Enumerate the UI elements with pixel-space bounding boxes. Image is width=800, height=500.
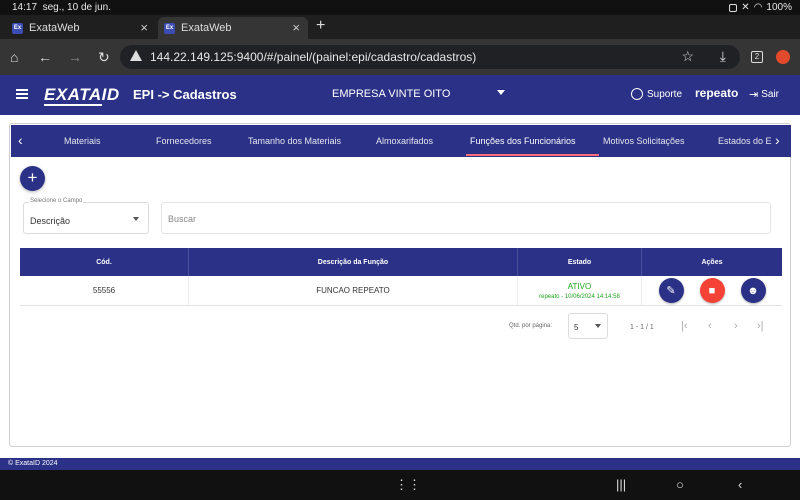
logout-button[interactable]: ⇥ Sair <box>749 88 779 101</box>
delete-button[interactable]: ■ <box>699 278 725 303</box>
add-button[interactable]: + <box>20 166 45 191</box>
employees-button[interactable]: ☻ <box>740 278 766 303</box>
support-link[interactable]: Suporte <box>631 88 682 100</box>
browser-menu-icon[interactable] <box>776 50 790 64</box>
page-title: EPI -> Cadastros <box>133 87 237 102</box>
browser-tab-title: ExataWeb <box>181 22 232 34</box>
table-header: Cód. Descrição da Função Estado Ações <box>20 248 782 276</box>
battery-level: 100% <box>766 2 792 13</box>
system-status-bar: 14:17 seg., 10 de jun. ✕ ◠ 100% <box>0 0 800 15</box>
wifi-icon: ◠ <box>753 2 763 13</box>
trash-icon: ■ <box>708 284 716 297</box>
user-name: repeato <box>695 86 739 100</box>
status-detail: repeato - 10/06/2024 14:14:58 <box>539 293 620 300</box>
table-row[interactable]: 55556 FUNCAO REPEATO ATIVO repeato - 10/… <box>20 276 782 306</box>
address-url[interactable]: 144.22.149.125:9400/#/painel/(painel:epi… <box>150 50 476 64</box>
field-select[interactable]: Selecione o Campo Descrição <box>23 198 149 234</box>
exataweb-favicon-icon: Ex <box>164 22 175 34</box>
page-size-value: 5 <box>574 323 579 332</box>
tab-estados[interactable]: Estados do E <box>718 136 772 146</box>
field-select-label: Selecione o Campo <box>29 198 84 204</box>
browser-tab-strip: Ex ExataWeb × Ex ExataWeb × <box>0 15 800 39</box>
main-card: ‹ Materiais Fornecedores Tamanho dos Mat… <box>9 123 791 447</box>
tab-funcoes-funcionarios[interactable]: Funções dos Funcionários <box>470 136 576 146</box>
next-page-icon[interactable]: › <box>734 320 738 332</box>
previous-page-icon[interactable]: ‹ <box>708 320 712 332</box>
cell-status: ATIVO repeato - 10/06/2024 14:14:58 <box>518 276 642 305</box>
status-time: 14:17 <box>12 2 38 13</box>
search-field[interactable] <box>161 202 771 234</box>
reload-icon[interactable]: ↻ <box>98 48 110 66</box>
not-secure-warning-icon[interactable] <box>130 50 142 61</box>
back-icon[interactable]: ← <box>38 48 52 66</box>
chevron-down-icon <box>595 324 601 328</box>
company-selector[interactable]: EMPRESA VINTE OITO <box>332 88 450 100</box>
page-range: 1 - 1 / 1 <box>630 324 654 331</box>
app-header: EXATAID EPI -> Cadastros EMPRESA VINTE O… <box>0 75 800 115</box>
column-header-status[interactable]: Estado <box>518 248 642 276</box>
browser-tab-title: ExataWeb <box>29 22 80 34</box>
first-page-icon[interactable]: |‹ <box>681 320 688 332</box>
tab-almoxarifados[interactable]: Almoxarifados <box>376 136 433 146</box>
page-size-select[interactable]: 5 <box>568 313 608 339</box>
exataweb-favicon-icon: Ex <box>12 22 23 34</box>
functions-table: Cód. Descrição da Função Estado Ações 55… <box>20 248 782 306</box>
status-icons: ✕ ◠ 100% <box>729 2 792 13</box>
tab-materiais[interactable]: Materiais <box>64 136 101 146</box>
page-size-label: Qtd. por página: <box>509 323 553 329</box>
recent-apps-icon[interactable]: ||| <box>616 477 626 492</box>
close-icon[interactable]: × <box>292 20 300 35</box>
home-button-icon[interactable]: ○ <box>676 477 684 492</box>
cell-actions: ✎ ■ ☻ <box>642 276 782 305</box>
logout-label: Sair <box>761 89 780 100</box>
tab-switcher-button[interactable]: 2 <box>751 51 763 63</box>
browser-tab-1[interactable]: Ex ExataWeb × <box>6 17 156 39</box>
cell-code: 55556 <box>20 276 189 305</box>
chevron-down-icon[interactable] <box>497 90 505 95</box>
page-footer: © ExataID 2024 <box>0 458 800 470</box>
home-icon[interactable]: ⌂ <box>10 48 18 66</box>
hamburger-menu-icon[interactable] <box>16 89 28 99</box>
pencil-icon: ✎ <box>666 285 676 297</box>
new-tab-icon[interactable]: + <box>316 17 325 35</box>
support-label: Suporte <box>647 88 683 100</box>
group-icon: ☻ <box>747 284 759 297</box>
column-header-description[interactable]: Descrição da Função <box>189 248 518 276</box>
status-badge: ATIVO <box>567 281 592 291</box>
column-header-code[interactable]: Cód. <box>20 248 189 276</box>
column-header-actions: Ações <box>701 258 723 266</box>
back-button-icon[interactable]: ‹ <box>738 477 742 492</box>
cell-description: FUNCAO REPEATO <box>189 276 518 305</box>
lock-icon <box>729 3 738 12</box>
active-tab-indicator <box>466 154 599 156</box>
app-drawer-icon[interactable]: ⋮⋮ <box>395 477 421 493</box>
close-icon[interactable]: × <box>140 20 148 35</box>
address-bar[interactable]: 144.22.149.125:9400/#/painel/(painel:epi… <box>120 45 740 69</box>
edit-button[interactable]: ✎ <box>658 278 684 303</box>
tab-tamanho-materiais[interactable]: Tamanho dos Materiais <box>248 136 341 146</box>
search-input[interactable] <box>168 211 758 227</box>
download-icon[interactable]: ⤓ <box>720 48 726 65</box>
exataid-logo[interactable]: EXATAID <box>44 85 120 106</box>
plus-icon: + <box>27 168 38 187</box>
subtab-bar: ‹ Materiais Fornecedores Tamanho dos Mat… <box>11 125 791 157</box>
forward-icon[interactable]: → <box>68 48 82 66</box>
bookmark-star-icon[interactable]: ☆ <box>681 48 694 65</box>
status-date: seg., 10 de jun. <box>42 2 111 13</box>
system-navigation-bar: ⋮⋮ ||| ○ ‹ <box>0 470 800 500</box>
mute-icon: ✕ <box>741 2 750 13</box>
whatsapp-icon <box>631 88 643 100</box>
chevron-left-icon[interactable]: ‹ <box>18 132 23 148</box>
tab-fornecedores[interactable]: Fornecedores <box>156 136 212 146</box>
browser-tab-2[interactable]: Ex ExataWeb × <box>158 17 308 39</box>
last-page-icon[interactable]: ›| <box>757 320 764 332</box>
tab-motivos-solicitacoes[interactable]: Motivos Solicitações <box>603 136 685 146</box>
status-datetime: 14:17 seg., 10 de jun. <box>12 2 111 13</box>
chevron-right-icon[interactable]: › <box>775 132 780 148</box>
logout-icon: ⇥ <box>749 89 759 101</box>
chevron-down-icon <box>133 217 139 221</box>
browser-toolbar: ⌂ ← → ↻ 144.22.149.125:9400/#/painel/(pa… <box>0 39 800 75</box>
field-select-value: Descrição <box>30 216 71 226</box>
